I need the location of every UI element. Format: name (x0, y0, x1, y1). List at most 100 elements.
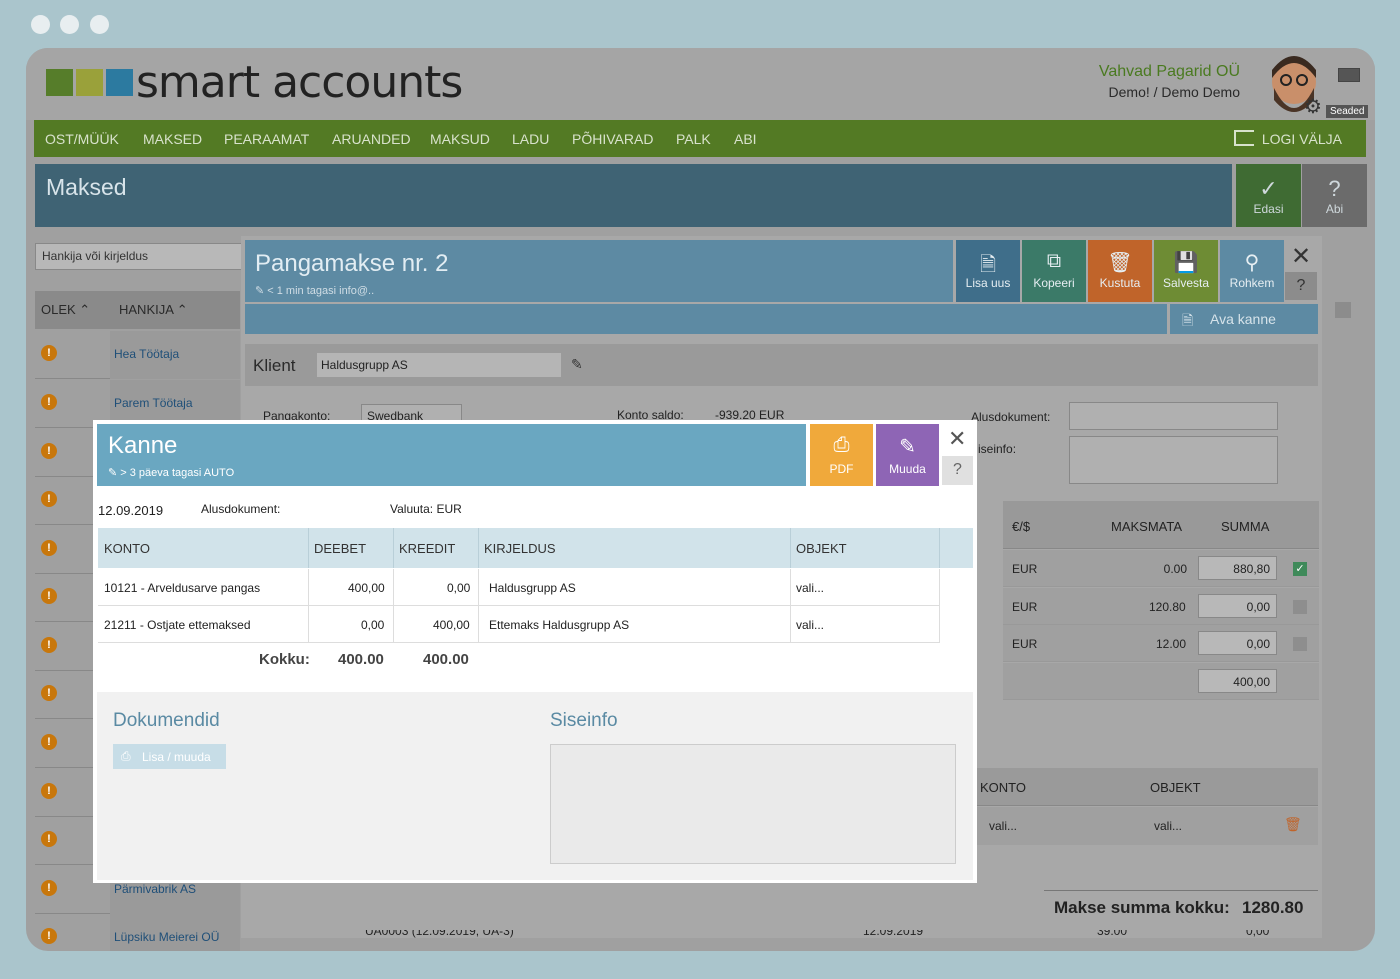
col-hankija[interactable]: HANKIJA ⌃ (119, 302, 188, 318)
siseinfo-heading: Siseinfo (550, 710, 618, 731)
list-row[interactable]: ! Hea Töötaja (35, 331, 240, 379)
edasi-button[interactable]: ✓ Edasi (1236, 164, 1301, 227)
trash-icon[interactable]: 🗑 (1284, 816, 1302, 833)
list-row[interactable]: ! Lüpsiku Meierei OÜ (35, 914, 240, 951)
warning-icon: ! (41, 588, 57, 604)
row-hankija[interactable]: Parem Töötaja (114, 396, 193, 410)
copy-icon: ⧉ (1046, 250, 1062, 272)
objekt-select[interactable]: vali... (1154, 819, 1182, 833)
rohkem-button[interactable]: ⚲ Rohkem (1220, 240, 1284, 302)
lisa-muuda-button[interactable]: ⎙ Lisa / muuda (113, 744, 226, 769)
nav-item-maksed[interactable]: MAKSED (143, 131, 202, 147)
list-header: OLEK ⌃ HANKIJA ⌃ (35, 291, 240, 329)
gear-icon[interactable]: ⚙ (1304, 94, 1322, 119)
payment-subtitle-text: < 1 min tagasi info@.. (267, 285, 375, 297)
row-maksmata: 12.00 (1156, 637, 1187, 651)
row-objekt[interactable]: vali... (796, 581, 824, 595)
help-button[interactable]: ? (942, 456, 973, 485)
warning-icon: ! (41, 443, 57, 459)
nav-item-palk[interactable]: PALK (676, 131, 711, 147)
kokku-kreedit: 400.00 (423, 651, 469, 668)
row-summa-input[interactable]: 880,80 (1198, 556, 1277, 580)
row-checkbox[interactable]: ✓ (1293, 562, 1307, 576)
warning-icon: ! (41, 637, 57, 653)
konto-objekt-header: KONTO OBJEKT (976, 768, 1318, 806)
muuda-button[interactable]: ✎ Muuda (876, 424, 939, 486)
warning-icon: ! (41, 734, 57, 750)
col-summa: SUMMA (1221, 519, 1270, 534)
subtotal-input: 400,00 (1198, 669, 1277, 693)
nav-item-maksud[interactable]: MAKSUD (430, 131, 490, 147)
close-icon[interactable]: ✕ (1291, 242, 1311, 271)
warning-icon: ! (41, 394, 57, 410)
kopeeri-label: Kopeeri (1033, 276, 1075, 290)
kanne-header: Kanne ✎ > 3 päeva tagasi AUTO (97, 424, 806, 486)
save-icon: 💾 (1173, 252, 1199, 274)
lisa-uus-label: Lisa uus (965, 276, 1011, 290)
pdf-button[interactable]: ⎙ PDF (810, 424, 873, 486)
klient-input[interactable]: Haldusgrupp AS (317, 353, 561, 377)
row-checkbox[interactable] (1293, 600, 1307, 614)
help-button[interactable]: ? (1285, 272, 1317, 300)
table-row: 10121 - Arveldusarve pangas 400,00 0,00 … (98, 569, 940, 606)
help-icon: ? (1328, 176, 1341, 201)
row-hankija[interactable]: Lüpsiku Meierei OÜ (114, 930, 219, 944)
lisa-uus-button[interactable]: 🗎 Lisa uus (956, 240, 1020, 302)
row-hankija[interactable]: Hea Töötaja (114, 347, 179, 361)
row-hankija[interactable]: Pärmivabrik AS (114, 882, 196, 896)
search-input[interactable]: Hankija või kirjeldus (35, 243, 245, 270)
window-dot-minimize[interactable] (60, 15, 79, 34)
nav-item-pearaamat[interactable]: PEARAAMAT (224, 131, 309, 147)
row-checkbox[interactable] (1293, 637, 1307, 651)
col-olek[interactable]: OLEK ⌃ (41, 302, 90, 318)
window-dot-close[interactable] (31, 15, 50, 34)
edasi-label: Edasi (1253, 202, 1284, 216)
warning-icon: ! (41, 831, 57, 847)
edit-icon[interactable]: ✎ (571, 356, 583, 373)
logout-icon[interactable] (1234, 130, 1254, 146)
ava-kanne-button[interactable]: 🗎 Ava kanne (1170, 304, 1318, 334)
invoice-row: EUR 120.80 0,00 (1003, 588, 1319, 625)
konto-select[interactable]: vali... (989, 819, 1017, 833)
logo-square-olive (76, 69, 103, 96)
logout-link[interactable]: LOGI VÄLJA (1262, 131, 1342, 147)
warning-icon: ! (41, 685, 57, 701)
pdf-label: PDF (829, 462, 854, 476)
nav-item-ost-muuk[interactable]: OST/MÜÜK (45, 131, 119, 147)
user-name[interactable]: Demo! / Demo Demo (1109, 84, 1240, 100)
alusdokument-input[interactable] (1069, 402, 1278, 430)
page-header: Maksed (35, 164, 1232, 227)
col-maksmata: MAKSMATA (1111, 519, 1183, 534)
siseinfo-textarea[interactable] (550, 744, 956, 864)
nav-item-abi[interactable]: ABI (734, 131, 757, 147)
kanne-valuuta: Valuuta: EUR (390, 502, 462, 516)
col-konto: KONTO (980, 780, 1026, 795)
abi-button[interactable]: ? Abi (1302, 164, 1367, 227)
row-deebet: 0,00 (361, 618, 385, 632)
invoice-row: EUR 0.00 880,80 ✓ (1003, 550, 1319, 587)
kanne-lower-panel: Dokumendid ⎙ Lisa / muuda Siseinfo (97, 692, 973, 880)
settings-label[interactable]: Seaded (1326, 105, 1369, 118)
close-icon[interactable]: ✕ (948, 426, 966, 452)
kustuta-button[interactable]: 🗑 Kustuta (1088, 240, 1152, 302)
kanne-date: 12.09.2019 (98, 503, 164, 518)
nav-item-ladu[interactable]: LADU (512, 131, 549, 147)
siseinfo-textarea[interactable] (1069, 436, 1278, 484)
nav-item-aruanded[interactable]: ARUANDED (332, 131, 411, 147)
bottom-row-doc: UA0003 (12.09.2019, UA-3) (365, 930, 514, 938)
salvesta-button[interactable]: 💾 Salvesta (1154, 240, 1218, 302)
kopeeri-button[interactable]: ⧉ Kopeeri (1022, 240, 1086, 302)
nav-item-pohivarad[interactable]: PÕHIVARAD (572, 131, 653, 147)
window-dot-zoom[interactable] (90, 15, 109, 34)
kanne-subtitle-text: > 3 päeva tagasi AUTO (120, 467, 235, 479)
company-name[interactable]: Vahvad Pagarid OÜ (1099, 63, 1240, 81)
row-objekt[interactable]: vali... (796, 618, 824, 632)
select-all-checkbox[interactable] (1335, 302, 1351, 318)
warning-icon: ! (41, 928, 57, 944)
row-summa-input[interactable]: 0,00 (1198, 631, 1277, 655)
language-flag-icon[interactable] (1338, 68, 1360, 82)
warning-icon: ! (41, 783, 57, 799)
col-kreedit: KREEDIT (399, 541, 456, 556)
row-summa-input[interactable]: 0,00 (1198, 594, 1277, 618)
kustuta-label: Kustuta (1099, 276, 1141, 290)
